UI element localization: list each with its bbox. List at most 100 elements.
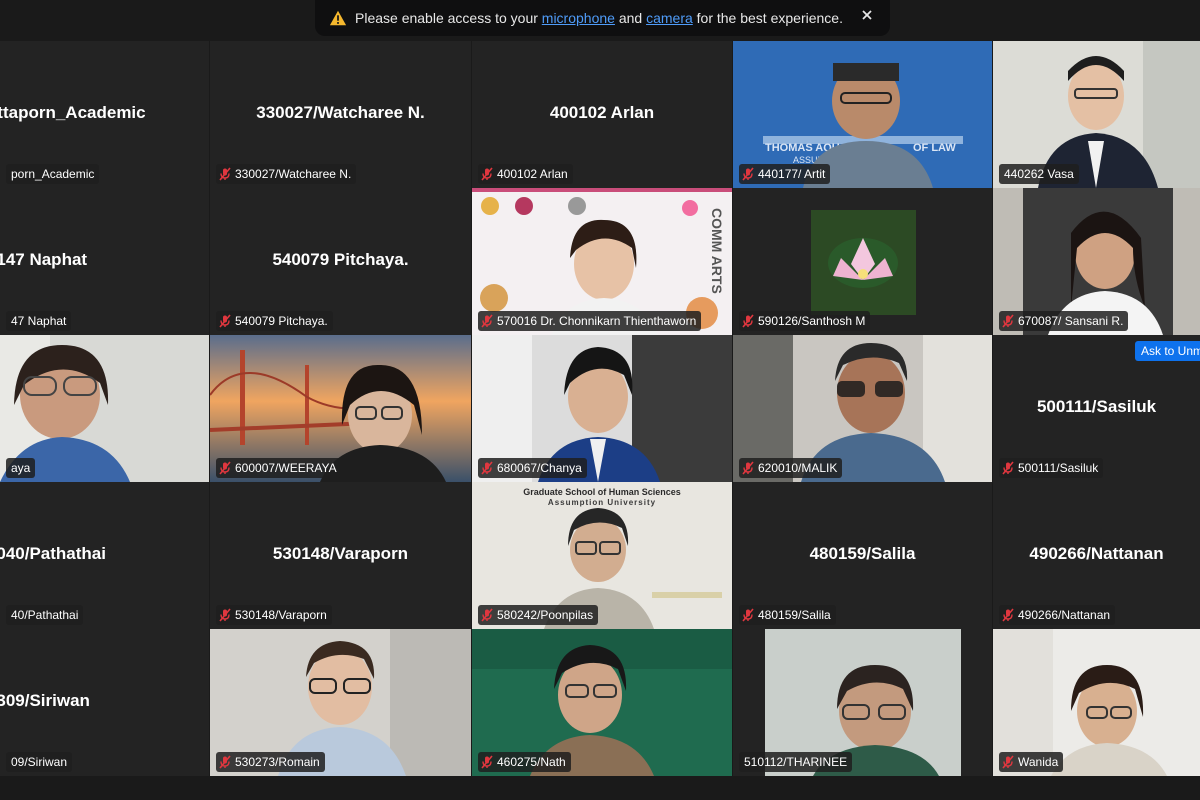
- participant-name: 490266/Nattanan: [1018, 608, 1111, 622]
- participant-tile[interactable]: 530273/Romain: [210, 629, 471, 776]
- warning-icon: [329, 10, 347, 26]
- participant-name: 09/Siriwan: [11, 755, 68, 769]
- close-icon[interactable]: [860, 8, 874, 22]
- banner-prefix: Please enable access to your: [355, 10, 538, 26]
- participant-tile[interactable]: 590126/Santhosh M: [733, 188, 992, 335]
- participant-display-name: 480159/Salila: [809, 544, 916, 563]
- mic-muted-icon: [219, 608, 231, 622]
- mic-muted-icon: [219, 167, 231, 181]
- participant-tile[interactable]: 530148/Varaporn 530148/Varaporn: [210, 482, 471, 629]
- participant-label: 530148/Varaporn: [216, 605, 332, 625]
- participant-label: 500111/Sasiluk: [999, 458, 1104, 478]
- participant-tile[interactable]: 680067/Chanya: [472, 335, 732, 482]
- participant-display-name: apattaporn_Academic: [0, 103, 146, 122]
- participant-label: 47 Naphat: [6, 311, 72, 331]
- participant-name: 680067/Chanya: [497, 461, 582, 475]
- participant-name: 440177/ Artit: [758, 167, 826, 181]
- participant-label: Wanida: [999, 752, 1064, 772]
- participant-label: 580242/Poonpilas: [478, 605, 599, 625]
- participant-label: 330027/Watcharee N.: [216, 164, 357, 184]
- participant-label: 510112/THARINEE: [739, 752, 853, 772]
- mic-muted-icon: [219, 461, 231, 475]
- assumption-text: Assumption University: [548, 498, 656, 507]
- mic-muted-icon: [219, 755, 231, 769]
- mic-muted-icon: [481, 314, 493, 328]
- participant-display-name: 490266/Nattanan: [1029, 544, 1164, 563]
- participant-label: 09/Siriwan: [6, 752, 73, 772]
- participant-display-name: 400102 Arlan: [549, 103, 655, 122]
- participant-tile[interactable]: 400102 Arlan 400102 Arlan: [472, 41, 732, 188]
- banner-message: Please enable access to your microphone …: [355, 10, 843, 26]
- grad-school-text: Graduate School of Human Sciences: [523, 487, 681, 497]
- participant-name: 530148/Varaporn: [235, 608, 327, 622]
- microphone-link[interactable]: microphone: [542, 10, 615, 26]
- participant-tile[interactable]: 670087/ Sansani R.: [993, 188, 1200, 335]
- participant-tile[interactable]: 480159/Salila 480159/Salila: [733, 482, 992, 629]
- participant-label: 530273/Romain: [216, 752, 325, 772]
- participant-tile[interactable]: aya: [0, 335, 209, 482]
- participant-name: 440262 Vasa: [1004, 167, 1074, 181]
- participant-tile[interactable]: 530147 Naphat 47 Naphat: [0, 188, 209, 335]
- participant-tile[interactable]: 490266/Nattanan 490266/Nattanan: [993, 482, 1200, 629]
- participant-tile[interactable]: 330027/Watcharee N. 330027/Watcharee N.: [210, 41, 471, 188]
- participant-name: 330027/Watcharee N.: [235, 167, 352, 181]
- participant-display-name: 330027/Watcharee N.: [256, 103, 425, 122]
- participant-tile[interactable]: 440262 Vasa: [993, 41, 1200, 188]
- participant-tile[interactable]: 620010/MALIK: [733, 335, 992, 482]
- participant-tile[interactable]: 600007/WEERAYA: [210, 335, 471, 482]
- participant-tile[interactable]: COMM ARTS 570016 Dr. Chonnikarn Thientha…: [472, 188, 732, 335]
- mic-muted-icon: [481, 608, 493, 622]
- mic-muted-icon: [1002, 755, 1014, 769]
- participant-name: 620010/MALIK: [758, 461, 838, 475]
- mic-muted-icon: [1002, 314, 1014, 328]
- gallery-grid: apattaporn_Academic porn_Academic 330027/W…: [0, 0, 1200, 800]
- camera-link[interactable]: camera: [646, 10, 693, 26]
- participant-display-name: 500111/Sasiluk: [1036, 397, 1157, 416]
- mic-muted-icon: [742, 314, 754, 328]
- participant-label: 490266/Nattanan: [999, 605, 1116, 625]
- participant-tile[interactable]: 410040/Pathathai 40/Pathathai: [0, 482, 209, 629]
- participant-name: 600007/WEERAYA: [235, 461, 337, 475]
- participant-label: 440262 Vasa: [999, 164, 1079, 184]
- participant-name: 570016 Dr. Chonnikarn Thienthaworn: [497, 314, 697, 328]
- ask-to-unmute-button[interactable]: Ask to Unm: [1135, 341, 1200, 361]
- mic-muted-icon: [1002, 608, 1014, 622]
- participant-label: 40/Pathathai: [6, 605, 84, 625]
- participant-name: 400102 Arlan: [497, 167, 568, 181]
- participant-tile[interactable]: THOMAS AQU OF LAW ASSUMP 440177/ Artit: [733, 41, 992, 188]
- participant-name: 40/Pathathai: [11, 608, 79, 622]
- participant-label: 570016 Dr. Chonnikarn Thienthaworn: [478, 311, 702, 331]
- participant-name: 460275/Nath: [497, 755, 566, 769]
- participant-label: 440177/ Artit: [739, 164, 831, 184]
- participant-label: 670087/ Sansani R.: [999, 311, 1129, 331]
- participant-name: 590126/Santhosh M: [758, 314, 866, 328]
- banner-and: and: [618, 10, 643, 26]
- participant-tile[interactable]: Graduate School of Human Sciences Assump…: [472, 482, 732, 629]
- participant-tile[interactable]: apattaporn_Academic porn_Academic: [0, 41, 209, 188]
- participant-tile[interactable]: 540079 Pitchaya. 540079 Pitchaya.: [210, 188, 471, 335]
- participant-name: 580242/Poonpilas: [497, 608, 594, 622]
- comm-arts-text: COMM ARTS: [709, 208, 725, 294]
- participant-label: 540079 Pitchaya.: [216, 311, 333, 331]
- participant-tile[interactable]: 510112/THARINEE: [733, 629, 992, 776]
- participant-label: 480159/Salila: [739, 605, 836, 625]
- bottom-bar: [0, 776, 1200, 800]
- law-text: OF LAW: [913, 142, 956, 154]
- participant-tile[interactable]: 480309/Siriwan 09/Siriwan: [0, 629, 209, 776]
- participant-display-name: 480309/Siriwan: [0, 691, 90, 710]
- participant-label: aya: [6, 458, 36, 478]
- participant-name: 480159/Salila: [758, 608, 831, 622]
- permission-banner: Please enable access to your microphone …: [315, 0, 890, 36]
- participant-label: 590126/Santhosh M: [739, 311, 871, 331]
- participant-tile[interactable]: Wanida: [993, 629, 1200, 776]
- participant-name: 510112/THARINEE: [744, 755, 848, 769]
- mic-muted-icon: [481, 167, 493, 181]
- participant-tile[interactable]: 460275/Nath: [472, 629, 732, 776]
- mic-muted-icon: [219, 314, 231, 328]
- mic-muted-icon: [742, 167, 754, 181]
- mic-muted-icon: [481, 461, 493, 475]
- participant-label: 680067/Chanya: [478, 458, 587, 478]
- participant-name: Wanida: [1018, 755, 1059, 769]
- banner-suffix: for the best experience.: [696, 10, 843, 26]
- mic-muted-icon: [1002, 461, 1014, 475]
